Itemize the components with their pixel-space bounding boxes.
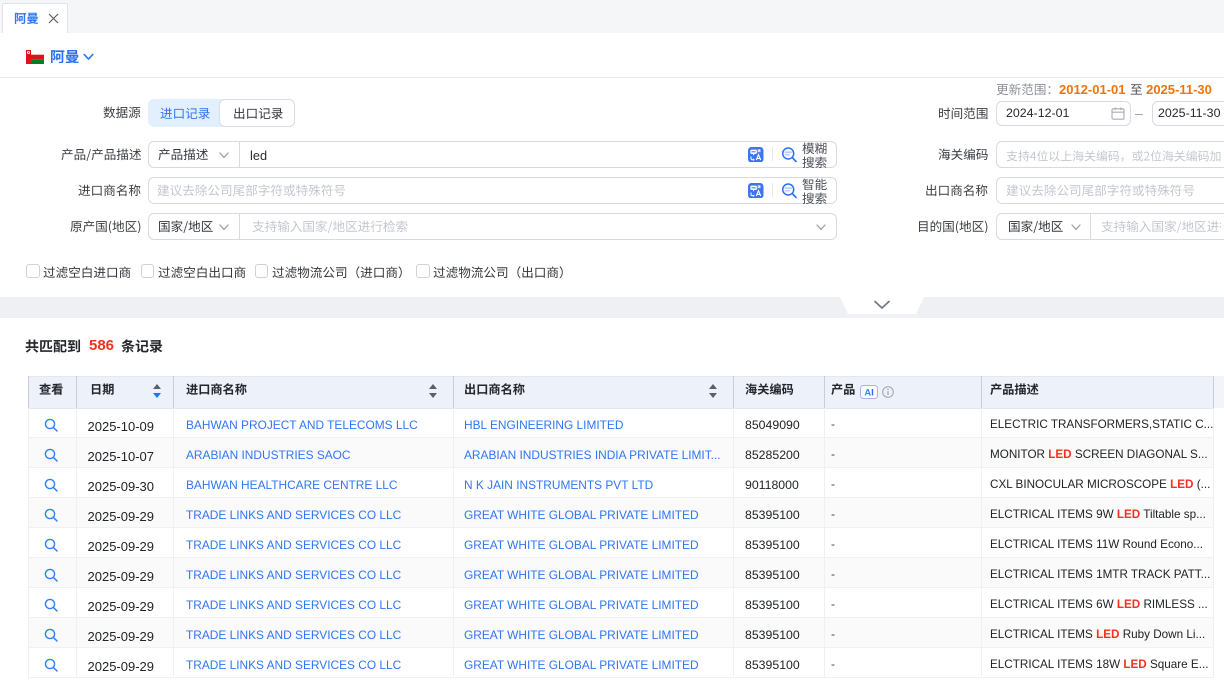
- svg-text:AI: AI: [864, 387, 874, 398]
